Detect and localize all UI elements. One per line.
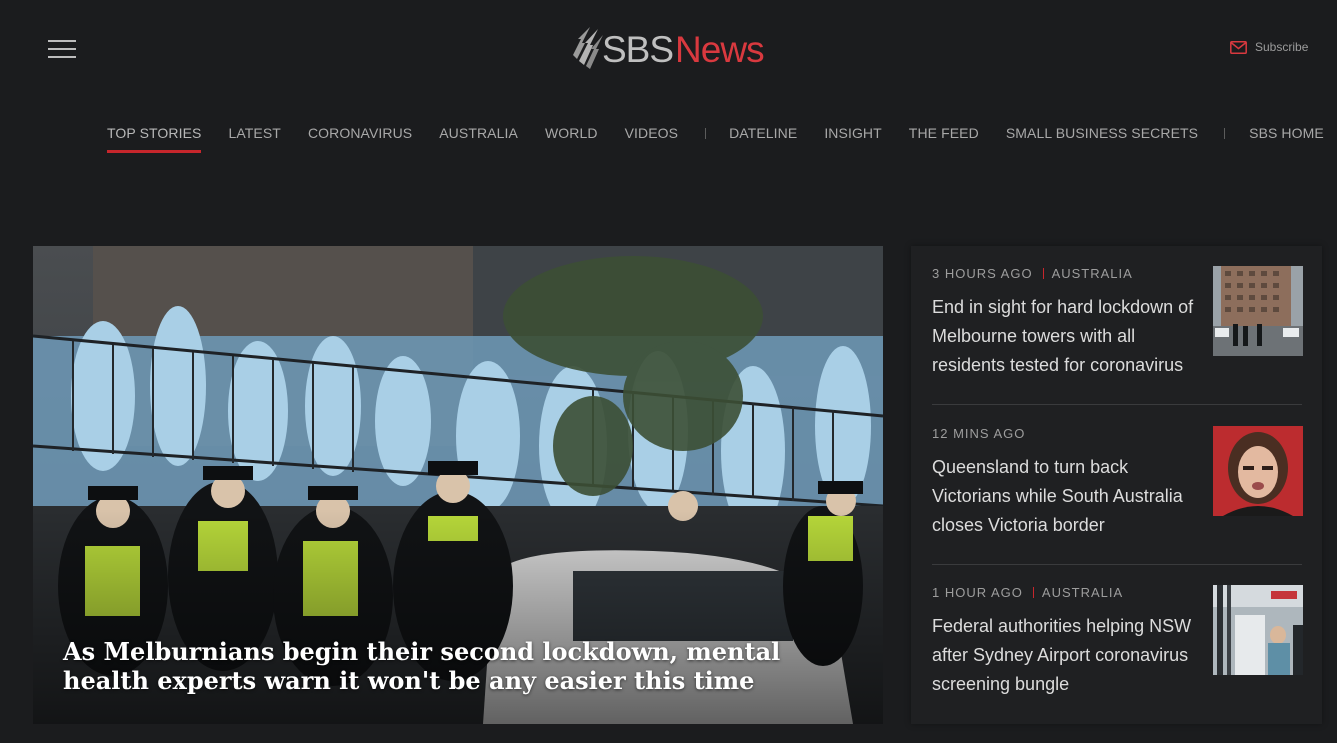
nav-top-stories[interactable]: TOP STORIES	[107, 125, 202, 153]
subscribe-link[interactable]: Subscribe	[1230, 40, 1308, 54]
menu-icon[interactable]	[48, 40, 76, 60]
story-time: 1 HOUR AGO	[932, 585, 1023, 600]
sbs-news-logo[interactable]: SBS News	[568, 24, 765, 76]
story-thumbnail[interactable]	[1213, 266, 1303, 356]
story-divider	[932, 404, 1302, 405]
main-nav: TOP STORIES LATEST CORONAVIRUS AUSTRALIA…	[107, 125, 1324, 153]
nav-videos[interactable]: VIDEOS	[625, 125, 679, 151]
nav-latest[interactable]: LATEST	[228, 125, 280, 151]
nav-australia[interactable]: AUSTRALIA	[439, 125, 518, 151]
nav-dateline[interactable]: DATELINE	[729, 125, 797, 151]
logo-news-text: News	[675, 29, 765, 70]
story-title[interactable]: Queensland to turn back Victorians while…	[932, 453, 1194, 540]
nav-separator	[1224, 127, 1226, 139]
subscribe-label: Subscribe	[1255, 40, 1309, 54]
nav-coronavirus[interactable]: CORONAVIRUS	[308, 125, 412, 151]
nav-sbs-home[interactable]: SBS HOME	[1249, 125, 1324, 151]
tower-photo-icon	[1213, 266, 1303, 356]
story-title[interactable]: End in sight for hard lockdown of Melbou…	[932, 293, 1194, 380]
story-card[interactable]: 12 MINS AGO Queensland to turn back Vict…	[932, 426, 1303, 540]
nav-insight[interactable]: INSIGHT	[824, 125, 881, 151]
nav-world[interactable]: WORLD	[545, 125, 598, 151]
nav-the-feed[interactable]: THE FEED	[909, 125, 979, 151]
mail-icon	[1230, 40, 1247, 54]
category-divider	[1042, 268, 1044, 279]
story-category[interactable]: AUSTRALIA	[1042, 585, 1123, 600]
category-divider	[1032, 587, 1034, 598]
portrait-photo-icon	[1213, 426, 1303, 516]
nav-separator	[705, 127, 707, 139]
sbs-logo-icon	[573, 27, 603, 69]
story-thumbnail[interactable]	[1213, 426, 1303, 516]
story-time: 3 HOURS AGO	[932, 266, 1033, 281]
story-card[interactable]: 3 HOURS AGO AUSTRALIA End in sight for ha…	[932, 266, 1303, 380]
hero-story[interactable]: As Melburnians begin their second lockdo…	[33, 246, 883, 724]
story-category[interactable]: AUSTRALIA	[1052, 266, 1133, 281]
logo-sbs-text: SBS	[602, 29, 674, 70]
story-divider	[932, 564, 1302, 565]
airport-photo-icon	[1213, 585, 1303, 675]
story-thumbnail[interactable]	[1213, 585, 1303, 675]
nav-small-business-secrets[interactable]: SMALL BUSINESS SECRETS	[1006, 125, 1198, 151]
story-time: 12 MINS AGO	[932, 426, 1026, 441]
story-card[interactable]: 1 HOUR AGO AUSTRALIA Federal authorities …	[932, 585, 1303, 699]
side-stories: 3 HOURS AGO AUSTRALIA End in sight for ha…	[911, 246, 1322, 724]
hero-headline[interactable]: As Melburnians begin their second lockdo…	[63, 637, 823, 695]
story-title[interactable]: Federal authorities helping NSW after Sy…	[932, 612, 1194, 699]
